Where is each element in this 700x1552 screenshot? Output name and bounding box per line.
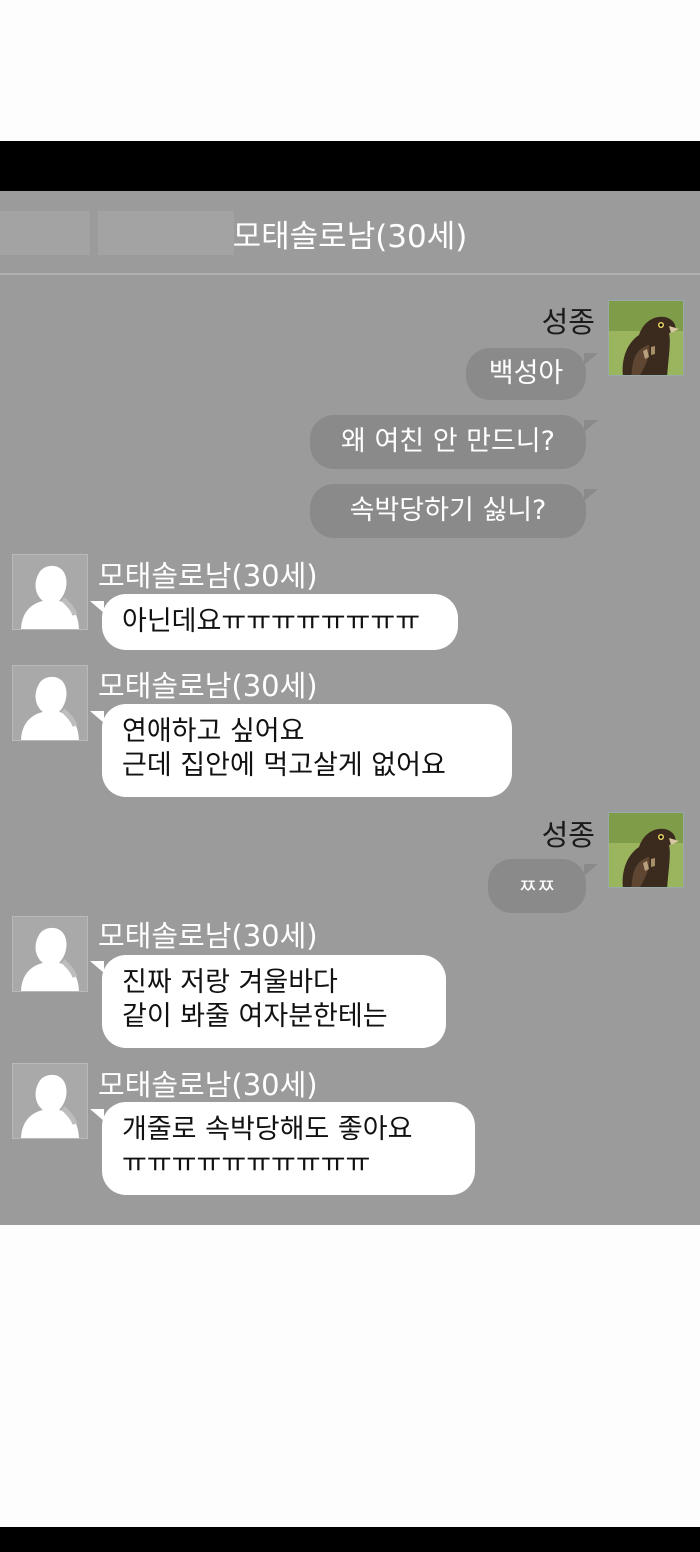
message-text: 속박당하기 싫니? <box>349 495 547 526</box>
message-text-line: 개줄로 속박당해도 좋아요 <box>122 1114 413 1145</box>
my-message-bubble[interactable]: 속박당하기 싫니? <box>310 484 586 538</box>
bubble-tail <box>584 489 598 501</box>
default-profile-icon[interactable] <box>12 916 88 992</box>
sender-name-other: 모태솔로남(30세) <box>98 669 318 703</box>
message-text-line: 근데 집안에 먹고살게 없어요 <box>122 750 446 781</box>
chat-header: 모태솔로남(30세) <box>0 191 700 275</box>
sender-name-other: 모태솔로남(30세) <box>98 559 318 593</box>
message-text: 백성아 <box>488 358 564 389</box>
top-whitespace <box>0 0 700 141</box>
message-text: ㅉㅉ <box>518 874 556 898</box>
default-profile-icon[interactable] <box>12 1063 88 1139</box>
sender-name-other: 모태솔로남(30세) <box>98 919 318 953</box>
bubble-tail <box>584 864 598 876</box>
my-message-bubble[interactable]: 백성아 <box>466 348 586 400</box>
my-message-bubble[interactable]: 왜 여친 안 만드니? <box>310 415 586 469</box>
message-text: 왜 여친 안 만드니? <box>341 426 555 457</box>
chat-title: 모태솔로남(30세) <box>232 219 468 255</box>
other-message-bubble[interactable]: 진짜 저랑 겨울바다 같이 봐줄 여자분한테는 <box>102 955 446 1048</box>
chat-screen: 모태솔로남(30세) 성종 백성아 왜 여친 안 만드니? 속박당하기 싫니? <box>0 191 700 1225</box>
bottom-bar <box>0 1527 700 1552</box>
my-message-bubble[interactable]: ㅉㅉ <box>488 859 586 913</box>
sender-name-me: 성종 <box>541 818 595 852</box>
bubble-tail <box>584 420 598 432</box>
sender-name-me: 성종 <box>541 305 595 339</box>
message-text-line: 연애하고 싶어요 <box>122 716 305 747</box>
message-text-line: 같이 봐줄 여자분한테는 <box>122 1001 388 1032</box>
other-message-bubble[interactable]: 아닌데요ㅠㅠㅠㅠㅠㅠㅠㅠ <box>102 594 458 650</box>
bubble-tail <box>584 353 598 365</box>
hawk-avatar-icon[interactable] <box>608 812 684 888</box>
message-text-line: 진짜 저랑 겨울바다 <box>122 967 338 998</box>
other-message-bubble[interactable]: 개줄로 속박당해도 좋아요 ㅠㅠㅠㅠㅠㅠㅠㅠㅠㅠ <box>102 1102 475 1195</box>
status-bar <box>0 141 700 191</box>
default-profile-icon[interactable] <box>12 554 88 630</box>
message-text: 아닌데요ㅠㅠㅠㅠㅠㅠㅠㅠ <box>122 606 421 637</box>
bubble-tail <box>90 961 104 973</box>
hawk-avatar-icon[interactable] <box>608 300 684 376</box>
other-message-bubble[interactable]: 연애하고 싶어요 근데 집안에 먹고살게 없어요 <box>102 704 512 797</box>
message-text-line: ㅠㅠㅠㅠㅠㅠㅠㅠㅠㅠ <box>122 1148 371 1179</box>
default-profile-icon[interactable] <box>12 665 88 741</box>
sender-name-other: 모태솔로남(30세) <box>98 1068 318 1102</box>
